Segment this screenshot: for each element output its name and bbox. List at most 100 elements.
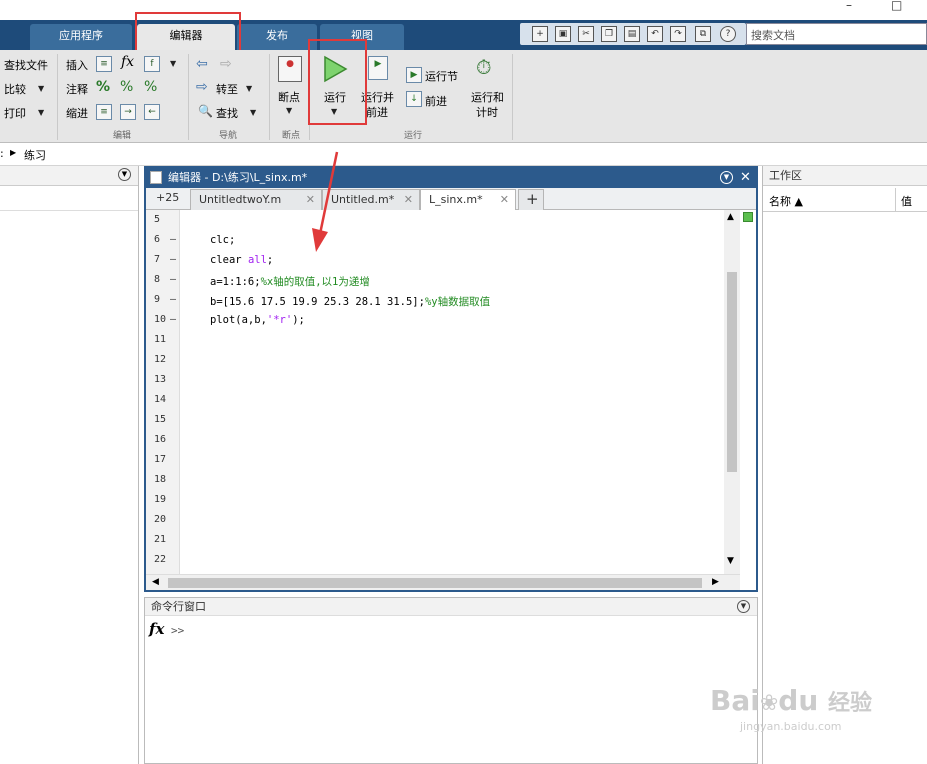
redo-icon[interactable]: ↷	[670, 26, 686, 42]
insert-function-icon[interactable]: fx	[121, 54, 134, 70]
smart-indent-icon[interactable]: ≡	[96, 104, 112, 120]
find-files-button[interactable]: 查找文件	[4, 57, 48, 73]
column-value[interactable]: 值	[901, 193, 912, 209]
save-icon[interactable]: ▣	[555, 26, 571, 42]
forward-icon[interactable]: ⇨	[220, 56, 232, 72]
run-section-icon[interactable]: ▶	[406, 67, 422, 83]
increase-indent-icon[interactable]: →	[120, 104, 136, 120]
find-icon[interactable]: 🔍	[198, 104, 213, 118]
line-number: 10	[154, 314, 167, 325]
more-tabs-button[interactable]: +25	[156, 191, 179, 204]
path-folder[interactable]: 练习	[24, 147, 46, 163]
print-dropdown-icon[interactable]: ▼	[38, 108, 44, 117]
code-token: clear	[210, 254, 248, 266]
paw-icon: ❀	[759, 691, 779, 716]
line-number: 8	[154, 274, 161, 285]
run-advance-label-2[interactable]: 前进	[366, 104, 388, 120]
editor-title: 编辑器 - D:\练习\L_sinx.m*	[168, 171, 308, 184]
line-number: 18	[154, 474, 167, 485]
advance-icon[interactable]: ↓	[406, 91, 422, 107]
line-number: 7	[154, 254, 161, 265]
goto-button[interactable]: 转至	[216, 81, 238, 97]
code-token: ;	[266, 254, 274, 266]
code-comment: %y轴数据取值	[424, 296, 491, 308]
editor-menu-icon[interactable]: ▼	[720, 171, 733, 184]
goto-dropdown-icon[interactable]: ▼	[246, 84, 252, 93]
minimize-button[interactable]: –	[846, 0, 852, 12]
compare-button[interactable]: 比较	[4, 81, 26, 97]
undo-icon[interactable]: ↶	[647, 26, 663, 42]
print-button[interactable]: 打印	[4, 105, 26, 121]
breakpoints-dropdown-icon[interactable]: ▼	[286, 106, 292, 115]
scroll-left-icon[interactable]: ◀	[152, 577, 159, 587]
tab-publish[interactable]: 发布	[237, 24, 317, 50]
panel-header: ▼	[0, 166, 138, 186]
insert-dropdown-icon[interactable]: ▼	[170, 59, 176, 68]
insert-section-icon[interactable]: ≡	[96, 56, 112, 72]
path-arrow-icon[interactable]: ▶	[10, 148, 16, 157]
run-and-time-label-2[interactable]: 计时	[476, 104, 498, 120]
run-and-time-icon[interactable]: ⏱	[476, 55, 492, 79]
breakpoint-marker[interactable]: –	[170, 314, 176, 325]
tab-apps[interactable]: 应用程序	[30, 24, 132, 50]
breakpoint-marker[interactable]: –	[170, 294, 176, 305]
separator	[512, 54, 513, 140]
close-tab-icon[interactable]: ✕	[404, 190, 413, 209]
scroll-thumb[interactable]	[727, 272, 737, 472]
help-icon[interactable]: ?	[720, 26, 736, 42]
command-window[interactable]: 命令行窗口 ▼ fx >>	[144, 597, 758, 764]
copy-icon[interactable]: ❐	[601, 26, 617, 42]
function-browser-icon[interactable]: fx	[149, 620, 164, 638]
breakpoints-icon[interactable]: ●	[278, 56, 302, 82]
find-button[interactable]: 查找	[216, 105, 238, 121]
search-input[interactable]: 搜索文档	[746, 23, 927, 45]
current-folder-bar[interactable]: : ▶ 练习	[0, 143, 927, 166]
run-advance-icon[interactable]: ▶	[368, 56, 388, 80]
run-and-time-label-1[interactable]: 运行和	[471, 89, 504, 105]
comment-icon[interactable]: %	[96, 79, 110, 95]
editor-close-icon[interactable]: ✕	[740, 168, 751, 188]
maximize-button[interactable]: □	[891, 0, 902, 12]
wrap-comment-icon[interactable]: %	[144, 79, 157, 95]
scroll-thumb[interactable]	[168, 578, 702, 588]
highlight-run-button	[308, 39, 367, 125]
breakpoint-marker[interactable]: –	[170, 274, 176, 285]
goto-icon[interactable]: ⇨	[196, 79, 208, 95]
switch-window-icon[interactable]: ⧉	[695, 26, 711, 42]
line-number: 17	[154, 454, 167, 465]
add-tab-button[interactable]: +	[518, 189, 544, 210]
scroll-down-icon[interactable]: ▼	[727, 556, 734, 566]
breakpoints-button[interactable]: 断点	[278, 89, 300, 105]
insert-template-icon[interactable]: f	[144, 56, 160, 72]
path-separator: :	[0, 147, 4, 160]
code-area[interactable]: clc; clear all; a=1:1:6;%x轴的取值,以1为递增 b=[…	[180, 210, 724, 574]
new-icon[interactable]: +	[532, 26, 548, 42]
uncomment-icon[interactable]: %	[120, 79, 133, 95]
group-label-navigate: 导航	[219, 131, 238, 141]
paste-icon[interactable]: ▤	[624, 26, 640, 42]
current-folder-panel: ▼	[0, 166, 139, 764]
breakpoint-marker[interactable]: –	[170, 234, 176, 245]
column-name[interactable]: 名称 ▲	[769, 193, 803, 209]
cut-icon[interactable]: ✂	[578, 26, 594, 42]
tab-l-sinx[interactable]: L_sinx.m* ✕	[420, 189, 516, 210]
close-tab-icon[interactable]: ✕	[500, 190, 509, 209]
command-menu-icon[interactable]: ▼	[737, 600, 750, 613]
panel-menu-icon[interactable]: ▼	[118, 168, 131, 181]
horizontal-scrollbar[interactable]: ◀ ▶	[146, 574, 740, 590]
breakpoint-marker[interactable]: –	[170, 254, 176, 265]
compare-dropdown-icon[interactable]: ▼	[38, 84, 44, 93]
run-section-button[interactable]: 运行节	[425, 68, 458, 84]
code-analyzer-status-icon[interactable]	[743, 212, 753, 222]
back-icon[interactable]: ⇦	[196, 56, 208, 72]
advance-button[interactable]: 前进	[425, 93, 447, 109]
command-window-header: 命令行窗口 ▼	[145, 598, 757, 616]
editor-tabs: +25 UntitledtwoY.m ✕ Untitled.m* ✕ L_sin…	[146, 188, 756, 210]
scroll-up-icon[interactable]: ▲	[727, 212, 734, 222]
vertical-scrollbar[interactable]: ▲ ▼	[724, 210, 740, 574]
scroll-right-icon[interactable]: ▶	[712, 577, 719, 587]
find-dropdown-icon[interactable]: ▼	[250, 108, 256, 117]
watermark-text: 经验	[828, 691, 873, 716]
decrease-indent-icon[interactable]: ←	[144, 104, 160, 120]
search-placeholder: 搜索文档	[751, 29, 795, 42]
